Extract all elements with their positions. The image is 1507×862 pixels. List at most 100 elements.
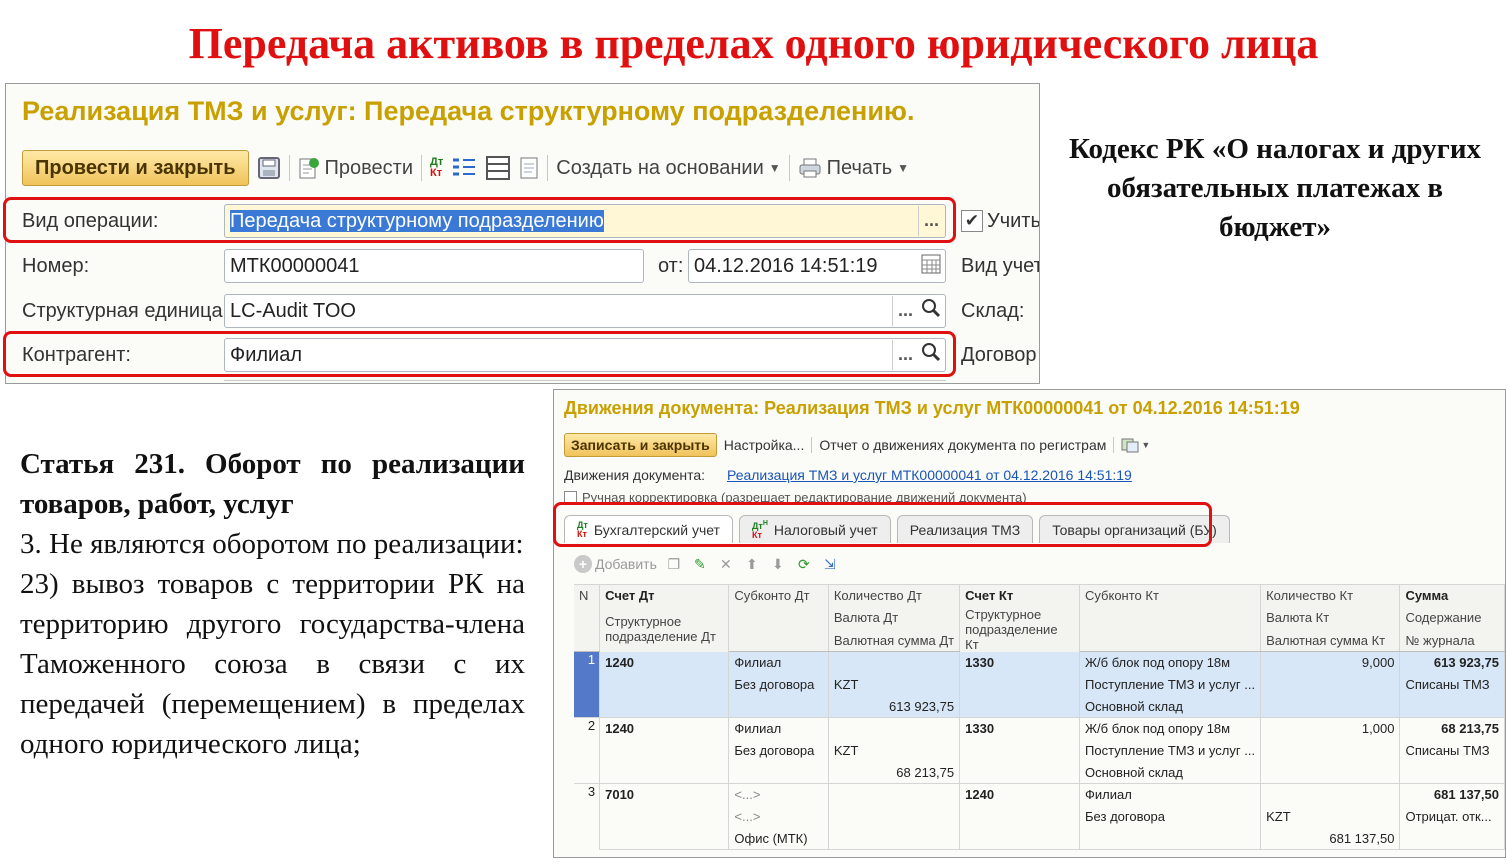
unit-field[interactable]: LC-Audit TOO	[224, 294, 946, 328]
table-row[interactable]: <...> Без договора KZT Отрицат. отк...	[574, 805, 1505, 828]
add-label: Добавить	[595, 556, 657, 572]
add-button[interactable]: + Добавить	[574, 555, 657, 573]
print-label: Печать	[826, 156, 893, 179]
toolbar-separator	[421, 155, 423, 181]
col-struct-kt[interactable]: Структурное подразделение Кт	[959, 606, 1081, 652]
report-icon[interactable]	[519, 150, 539, 186]
table-header-row: Структурное подразделение Дт Валюта Дт С…	[574, 606, 1505, 652]
save-and-close-button[interactable]: Записать и закрыть	[564, 433, 717, 457]
table-row[interactable]: 3 7010 <...> 1240 Филиал 681 137,50	[574, 783, 1505, 850]
unit-label: Структурная единица:	[22, 299, 229, 322]
grid-toolbar: + Добавить ❐ ✎ ✕ ⬆ ⬇ ⟳ ⇲	[574, 552, 839, 576]
col-val-dt[interactable]: Валюта Дт	[828, 606, 961, 629]
col-subkonto-kt[interactable]: Субконто Кт	[1079, 584, 1262, 607]
account-checkbox-row: ✔ Учить	[961, 204, 1039, 238]
number-label: Номер:	[22, 254, 90, 277]
table-row[interactable]: Без договора KZT Поступление ТМЗ и услуг…	[574, 739, 1505, 762]
col-kol-kt[interactable]: Количество Кт	[1260, 584, 1401, 607]
print-button[interactable]: Печать ▼	[798, 150, 909, 186]
unit-row: Структурная единица:	[22, 294, 228, 328]
movements-link-row: Движения документа: Реализация ТМЗ и усл…	[564, 467, 1132, 483]
number-value: МТК00000041	[230, 255, 360, 277]
warehouse-row: Склад:	[961, 294, 1024, 328]
col-struct-dt[interactable]: Структурное подразделение Дт	[599, 606, 730, 652]
form-title: Реализация ТМЗ и услуг: Передача структу…	[22, 96, 915, 126]
checkbox-checked[interactable]: ✔	[961, 210, 983, 232]
post-and-close-button[interactable]: Провести и закрыть	[22, 150, 249, 186]
contract-label: Договор	[961, 343, 1037, 366]
account-kind-row: Вид учет	[961, 249, 1040, 283]
toolbar-separator	[547, 155, 549, 181]
copy-icon[interactable]: ❐	[665, 555, 683, 573]
export-icon[interactable]: ⇲	[821, 555, 839, 573]
table-row[interactable]: 1 1240 Филиал 1330 Ж/б блок под опору 18…	[574, 651, 1505, 718]
move-up-icon[interactable]: ⬆	[743, 555, 761, 573]
date-label: от:	[658, 254, 684, 277]
move-down-icon[interactable]: ⬇	[769, 555, 787, 573]
table-icon[interactable]	[485, 150, 511, 186]
col-n[interactable]: N	[574, 584, 601, 607]
col-zhurnal[interactable]: № журнала	[1399, 629, 1505, 652]
toolbar-separator	[788, 155, 790, 181]
table-row[interactable]: Офис (МТК) 681 137,50	[574, 827, 1505, 850]
search-icon[interactable]	[918, 296, 944, 326]
col-valsum-dt[interactable]: Валютная сумма Дт	[828, 629, 961, 652]
chevron-down-icon: ▼	[897, 161, 910, 175]
col-summa[interactable]: Сумма	[1399, 584, 1505, 607]
highlight-tabs	[553, 502, 1212, 547]
table-row[interactable]: 613 923,75 Основной склад	[574, 695, 1505, 718]
article-paragraph-1: 3. Не являются оборотом по реализации:	[20, 528, 524, 560]
col-val-kt[interactable]: Валюта Кт	[1260, 606, 1401, 629]
save-icon[interactable]	[257, 150, 281, 186]
movements-document-link[interactable]: Реализация ТМЗ и услуг МТК00000041 от 04…	[727, 467, 1132, 483]
unit-select-button[interactable]: ...	[892, 296, 918, 326]
account-kind-label: Вид учет	[961, 254, 1040, 277]
settings-button[interactable]: Настройка...	[724, 437, 805, 453]
edit-icon[interactable]: ✎	[691, 555, 709, 573]
post-button-label: Провести	[324, 156, 414, 179]
article-text: Статья 231. Оборот по реализации товаров…	[20, 444, 525, 764]
table-row[interactable]: 68 213,75 Основной склад	[574, 761, 1505, 784]
post-icon	[299, 158, 319, 179]
movements-toolbar: Записать и закрыть Настройка... Отчет о …	[564, 432, 1150, 458]
slide-title: Передача активов в пределах одного юриди…	[188, 19, 1319, 68]
article-paragraph-2: 23) вывоз товаров с территории РК на тер…	[20, 568, 525, 760]
movements-label: Движения документа:	[564, 467, 706, 483]
col-kol-dt[interactable]: Количество Дт	[828, 584, 961, 607]
delete-icon[interactable]: ✕	[717, 555, 735, 573]
toolbar-separator	[811, 437, 813, 453]
tax-code-title: Кодекс РК «О налогах и других обязательн…	[1068, 133, 1482, 243]
calendar-icon[interactable]	[918, 251, 944, 281]
col-schet-dt[interactable]: Счет Дт	[599, 584, 730, 607]
warehouse-label: Склад:	[961, 299, 1025, 322]
form-toolbar: Провести и закрыть Провести Дт Кт Создать…	[22, 150, 909, 186]
chevron-down-icon: ▼	[768, 161, 781, 175]
col-subkonto-dt[interactable]: Субконто Дт	[728, 584, 829, 607]
col-schet-kt[interactable]: Счет Кт	[959, 584, 1081, 607]
date-field[interactable]: 04.12.2016 14:51:19	[688, 249, 946, 283]
movements-table: N Счет Дт Субконто Дт Количество Дт Счет…	[574, 584, 1505, 850]
document-movements-window: Движения документа: Реализация ТМЗ и усл…	[553, 389, 1506, 858]
highlight-counterparty	[3, 331, 956, 377]
number-field[interactable]: МТК00000041	[224, 249, 644, 283]
create-based-on-label: Создать на основании	[556, 156, 764, 179]
table-header-row: N Счет Дт Субконто Дт Количество Дт Счет…	[574, 584, 1505, 607]
registers-report-button[interactable]: Отчет о движениях документа по регистрам	[819, 437, 1106, 453]
create-based-on-button[interactable]: Создать на основании ▼	[556, 150, 780, 186]
more-actions-icon[interactable]: ▼	[1121, 437, 1150, 453]
date-value: 04.12.2016 14:51:19	[694, 255, 878, 277]
date-label-row: от:	[658, 249, 683, 283]
contract-row: Договор	[961, 338, 1037, 372]
toolbar-separator	[1113, 437, 1115, 453]
col-valsum-kt[interactable]: Валютная сумма Кт	[1260, 629, 1401, 652]
table-row[interactable]: Без договора KZT Поступление ТМЗ и услуг…	[574, 673, 1505, 696]
article-heading: Статья 231. Оборот по реализации товаров…	[20, 448, 525, 520]
col-soderzhanie[interactable]: Содержание	[1399, 606, 1505, 629]
post-button[interactable]: Провести	[298, 150, 413, 186]
dt-kt-icon[interactable]: Дт Кт	[430, 150, 443, 186]
table-row[interactable]: 2 1240 Филиал 1330 Ж/б блок под опору 18…	[574, 717, 1505, 784]
number-row: Номер:	[22, 249, 89, 283]
refresh-icon[interactable]: ⟳	[795, 555, 813, 573]
add-icon: +	[574, 555, 592, 573]
structure-icon[interactable]	[451, 150, 477, 186]
